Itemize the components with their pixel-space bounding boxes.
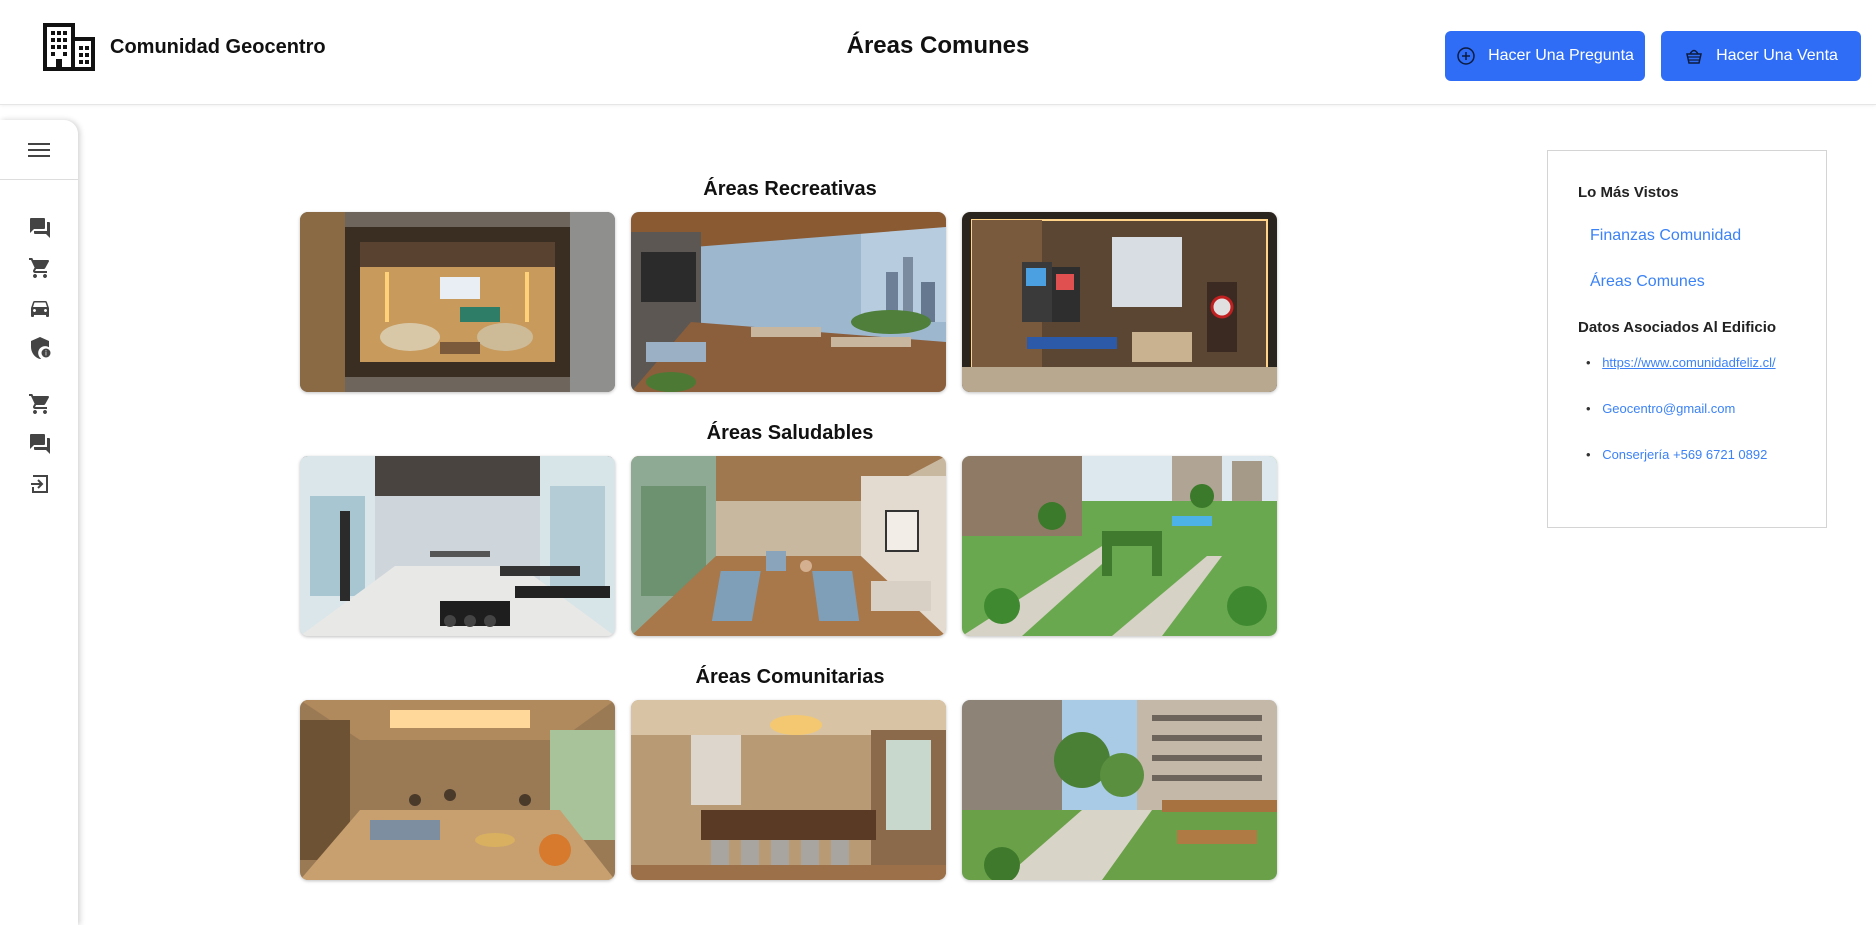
building-data-heading: Datos Asociados Al Edificio — [1578, 319, 1777, 336]
concierge-phone-link[interactable]: Conserjería +569 6721 0892 — [1586, 447, 1767, 462]
section-title-recreativas: Áreas Recreativas — [703, 178, 877, 200]
building-website-text: https://www.comunidadfeliz.cl/ — [1602, 355, 1776, 370]
add-circle-icon — [1457, 47, 1475, 65]
cart-icon[interactable] — [28, 256, 52, 280]
gym-image[interactable] — [300, 456, 615, 636]
section-title-saludables: Áreas Saludables — [706, 422, 874, 444]
community-lounge-image[interactable] — [300, 700, 615, 880]
building-email-link[interactable]: Geocentro@gmail.com — [1586, 401, 1735, 416]
game-room-image[interactable] — [962, 212, 1277, 392]
most-viewed-link[interactable]: Finanzas Comunidad — [1590, 227, 1741, 245]
rooftop-terrace-image[interactable] — [631, 212, 946, 392]
building-icon — [43, 23, 95, 71]
lounge-room-image[interactable] — [300, 212, 615, 392]
make-sale-button[interactable]: Hacer Una Venta — [1661, 31, 1861, 81]
concierge-phone-text: Conserjería +569 6721 0892 — [1602, 447, 1768, 462]
make-sale-label: Hacer Una Venta — [1716, 47, 1838, 64]
svg-text:i: i — [45, 350, 47, 358]
most-viewed-heading: Lo Más Vistos — [1578, 184, 1679, 201]
top-header: Comunidad Geocentro Áreas Comunes Hacer … — [0, 0, 1876, 105]
security-shield-icon[interactable]: i — [28, 336, 52, 360]
building-website-link[interactable]: https://www.comunidadfeliz.cl/ — [1586, 355, 1776, 370]
most-viewed-link[interactable]: Áreas Comunes — [1590, 273, 1705, 291]
ask-question-button[interactable]: Hacer Una Pregunta — [1445, 31, 1645, 81]
basket-icon — [1686, 49, 1702, 64]
page-title: Áreas Comunes — [846, 32, 1030, 59]
brand-name: Comunidad Geocentro — [110, 35, 326, 58]
logout-icon[interactable] — [28, 472, 52, 496]
menu-toggle-button[interactable] — [0, 120, 78, 180]
sidebar: i — [0, 120, 78, 925]
cart-icon[interactable] — [28, 392, 52, 416]
building-email-text: Geocentro@gmail.com — [1602, 401, 1736, 416]
green-park-image[interactable] — [962, 456, 1277, 636]
brand[interactable]: Comunidad Geocentro — [42, 22, 326, 72]
menu-icon — [28, 142, 50, 157]
outdoor-garden-image[interactable] — [962, 700, 1277, 880]
yoga-room-image[interactable] — [631, 456, 946, 636]
car-icon[interactable] — [28, 296, 52, 320]
dining-hall-image[interactable] — [631, 700, 946, 880]
ask-question-label: Hacer Una Pregunta — [1488, 47, 1634, 64]
forum-icon[interactable] — [28, 216, 52, 240]
forum-icon[interactable] — [28, 432, 52, 456]
section-title-comunitarias: Áreas Comunitarias — [695, 666, 885, 688]
info-panel: Lo Más Vistos Finanzas Comunidad Áreas C… — [1547, 150, 1827, 528]
